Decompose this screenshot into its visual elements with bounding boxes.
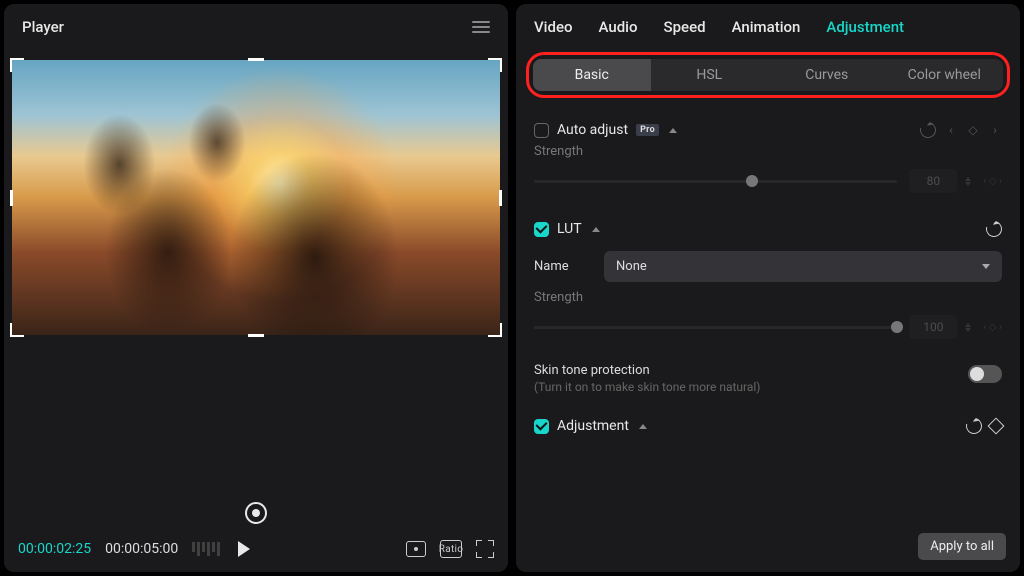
keyframe-prev-icon[interactable]: ‹	[944, 123, 958, 137]
adjustment-section-header: Adjustment	[534, 404, 1002, 440]
sub-tabs-highlight: Basic HSL Curves Color wheel	[526, 52, 1010, 98]
timecode-total: 00:00:05:00	[105, 541, 178, 557]
tab-speed[interactable]: Speed	[664, 18, 706, 36]
tab-video[interactable]: Video	[534, 18, 573, 36]
auto-strength-keyframes[interactable]: ‹ ◇ ›	[983, 176, 1002, 187]
crop-handle-right[interactable]	[499, 190, 502, 206]
lut-strength-slider[interactable]	[534, 326, 897, 329]
tab-audio[interactable]: Audio	[599, 18, 638, 36]
skin-tone-toggle[interactable]	[968, 365, 1002, 383]
rotate-button[interactable]	[245, 502, 267, 524]
rotate-control-row	[4, 490, 508, 530]
collapse-icon[interactable]	[639, 424, 647, 429]
player-title: Player	[22, 18, 64, 36]
lut-header: LUT	[534, 207, 1002, 243]
reset-icon[interactable]	[917, 119, 939, 141]
skin-tone-title: Skin tone protection	[534, 363, 956, 378]
tab-adjustment[interactable]: Adjustment	[826, 18, 904, 36]
video-preview[interactable]	[12, 60, 500, 335]
audio-level-icon	[192, 542, 220, 556]
frame-capture-button[interactable]	[406, 541, 426, 557]
auto-adjust-reset-group: ‹ ◇ ›	[920, 122, 1002, 138]
lut-label: LUT	[557, 221, 582, 237]
preview-area	[4, 50, 508, 490]
sub-tabs: Basic HSL Curves Color wheel	[533, 59, 1003, 91]
lut-name-select[interactable]: None	[604, 251, 1002, 282]
adjustment-section-label: Adjustment	[557, 418, 629, 434]
lut-strength-keyframes[interactable]: ‹ ◇ ›	[983, 322, 1002, 333]
player-menu-button[interactable]	[472, 21, 490, 33]
tab-animation[interactable]: Animation	[732, 18, 801, 36]
top-tabs: Video Audio Speed Animation Adjustment	[516, 4, 1020, 46]
auto-adjust-header: Auto adjust Pro ‹ ◇ ›	[534, 108, 1002, 144]
adjustment-checkbox[interactable]	[534, 419, 549, 434]
skin-tone-text: Skin tone protection (Turn it on to make…	[534, 363, 956, 394]
auto-strength-value[interactable]: 80	[909, 169, 957, 193]
play-button[interactable]	[238, 541, 250, 557]
lut-name-label: Name	[534, 259, 590, 274]
auto-strength-thumb[interactable]	[746, 175, 758, 187]
keyframe-next-icon[interactable]: ›	[988, 123, 1002, 137]
collapse-icon[interactable]	[669, 128, 677, 133]
collapse-icon[interactable]	[592, 227, 600, 232]
crop-handle-tr[interactable]	[488, 58, 502, 72]
reset-icon[interactable]	[983, 218, 1005, 240]
lut-name-value: None	[616, 259, 647, 274]
lut-strength-row: 100 ‹ ◇ ›	[534, 309, 1002, 353]
skin-tone-subtitle: (Turn it on to make skin tone more natur…	[534, 380, 956, 394]
skin-tone-row: Skin tone protection (Turn it on to make…	[534, 353, 1002, 404]
auto-strength-stepper[interactable]	[965, 177, 971, 186]
crop-handle-tl[interactable]	[10, 58, 24, 72]
auto-strength-row: 80 ‹ ◇ ›	[534, 163, 1002, 207]
apply-to-all-button[interactable]: Apply to all	[918, 533, 1006, 560]
player-panel: Player 00:00:02:25 00:00:05:00 Ratio	[4, 4, 508, 572]
lut-strength-label: Strength	[534, 290, 1002, 309]
adjustment-panel: Video Audio Speed Animation Adjustment B…	[516, 4, 1020, 572]
keyframe-icon[interactable]: ◇	[966, 123, 980, 137]
ratio-button[interactable]: Ratio	[440, 540, 462, 558]
lut-name-row: Name None	[534, 243, 1002, 290]
adjustment-reset-group	[966, 418, 1002, 434]
lut-strength-value[interactable]: 100	[909, 315, 957, 339]
lut-strength-stepper[interactable]	[965, 323, 971, 332]
crop-handle-bl[interactable]	[10, 323, 24, 337]
fullscreen-button[interactable]	[476, 540, 494, 558]
lut-checkbox[interactable]	[534, 222, 549, 237]
chevron-down-icon	[982, 264, 990, 269]
crop-handle-br[interactable]	[488, 323, 502, 337]
lut-strength-thumb[interactable]	[891, 321, 903, 333]
player-header: Player	[4, 4, 508, 50]
keyframe-diamond-icon[interactable]	[988, 418, 1005, 435]
sub-tab-curves[interactable]: Curves	[768, 59, 886, 91]
sub-tab-hsl[interactable]: HSL	[651, 59, 769, 91]
adjustment-body: Auto adjust Pro ‹ ◇ › Strength 80 ‹ ◇ › …	[516, 104, 1020, 525]
crop-handle-bottom[interactable]	[248, 334, 264, 337]
sub-tab-basic[interactable]: Basic	[533, 59, 651, 91]
apply-row: Apply to all	[516, 525, 1020, 572]
player-footer: 00:00:02:25 00:00:05:00 Ratio	[4, 530, 508, 572]
auto-adjust-checkbox[interactable]	[534, 123, 549, 138]
crop-handle-top[interactable]	[248, 58, 264, 61]
crop-handle-left[interactable]	[10, 190, 13, 206]
pro-badge: Pro	[636, 124, 659, 136]
reset-icon[interactable]	[963, 415, 985, 437]
auto-adjust-label: Auto adjust	[557, 122, 628, 138]
auto-strength-label: Strength	[534, 144, 1002, 163]
auto-strength-slider[interactable]	[534, 180, 897, 183]
sub-tab-color-wheel[interactable]: Color wheel	[886, 59, 1004, 91]
timecode-current: 00:00:02:25	[18, 541, 91, 557]
lut-reset-group	[986, 221, 1002, 237]
